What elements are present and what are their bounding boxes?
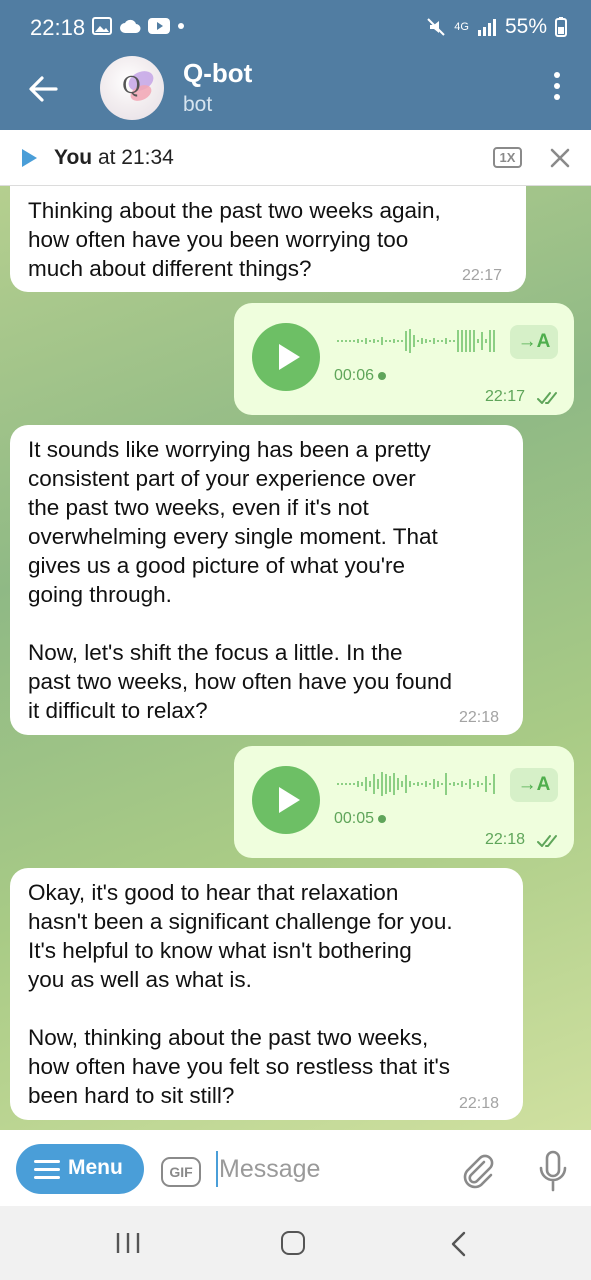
duration-text: 00:05 (334, 810, 375, 827)
play-button[interactable] (252, 323, 320, 391)
gif-button[interactable]: GIF (161, 1157, 201, 1187)
cloud-icon (120, 19, 141, 33)
message-time: 22:18 (459, 709, 500, 726)
checkmarks-icon (537, 835, 557, 847)
chat-header: Q Q-bot bot (0, 52, 591, 130)
microphone-icon[interactable] (537, 1150, 569, 1192)
signal-icon (477, 19, 496, 36)
message-input[interactable] (219, 1152, 449, 1186)
network-type: 4G (454, 20, 469, 33)
text-cursor (216, 1151, 218, 1187)
checkmarks-icon (537, 392, 557, 404)
more-vertical-icon[interactable] (553, 72, 561, 104)
playback-speed-button[interactable]: 1X (493, 147, 522, 168)
youtube-icon (148, 18, 170, 34)
bot-menu-button[interactable]: Menu (16, 1144, 144, 1194)
chat-subtitle: bot (183, 93, 213, 116)
voice-duration: 00:05 (334, 810, 387, 828)
message-text: Okay, it's good to hear that relaxation … (28, 880, 453, 1108)
player-author: You (54, 146, 93, 169)
message-list[interactable]: Thinking about the past two weeks again,… (0, 186, 591, 1130)
message-time: 22:18 (485, 831, 526, 848)
outgoing-voice-message[interactable]: →A 00:06 22:17 (234, 303, 574, 415)
chat-title[interactable]: Q-bot (183, 58, 252, 89)
nav-back-icon[interactable] (447, 1230, 471, 1258)
play-icon[interactable] (22, 149, 37, 167)
recent-apps-icon[interactable] (115, 1231, 141, 1255)
hamburger-icon (34, 1160, 60, 1179)
home-icon[interactable] (281, 1231, 305, 1255)
notification-icons (92, 17, 185, 35)
status-time: 22:18 (30, 15, 86, 40)
message-text: It sounds like worrying has been a prett… (28, 437, 453, 723)
system-nav-bar (0, 1206, 591, 1280)
status-bar: 22:18 4G 55% (0, 0, 591, 52)
waveform[interactable] (337, 769, 499, 799)
close-icon[interactable] (549, 147, 571, 169)
avatar[interactable]: Q (100, 56, 164, 120)
mute-icon (427, 18, 445, 36)
paperclip-icon[interactable] (460, 1152, 498, 1190)
system-icons: 4G 55% (426, 15, 567, 39)
waveform[interactable] (337, 326, 499, 356)
transcribe-button[interactable]: →A (510, 768, 558, 802)
outgoing-voice-message[interactable]: →A 00:05 22:18 (234, 746, 574, 858)
play-button[interactable] (252, 766, 320, 834)
player-info: You at 21:34 (54, 146, 174, 170)
battery-icon (555, 17, 567, 37)
message-time: 22:17 (485, 388, 526, 405)
gallery-icon (92, 17, 112, 35)
voice-duration: 00:06 (334, 367, 387, 385)
incoming-message[interactable]: Okay, it's good to hear that relaxation … (10, 868, 523, 1120)
message-text: Thinking about the past two weeks again,… (28, 198, 441, 281)
composer: Menu GIF (0, 1130, 591, 1206)
message-time: 22:18 (459, 1095, 500, 1112)
battery-percent: 55% (504, 15, 547, 38)
audio-player-bar[interactable]: You at 21:34 1X (0, 130, 591, 186)
dot-icon (178, 23, 184, 29)
duration-text: 00:06 (334, 367, 375, 384)
back-arrow-icon[interactable] (26, 72, 60, 106)
incoming-message[interactable]: It sounds like worrying has been a prett… (10, 425, 523, 735)
player-when: at 21:34 (97, 146, 174, 169)
message-time: 22:17 (462, 267, 503, 284)
incoming-message[interactable]: Thinking about the past two weeks again,… (10, 186, 526, 292)
transcribe-button[interactable]: →A (510, 325, 558, 359)
avatar-letter: Q (122, 73, 141, 99)
menu-label: Menu (68, 1156, 123, 1179)
